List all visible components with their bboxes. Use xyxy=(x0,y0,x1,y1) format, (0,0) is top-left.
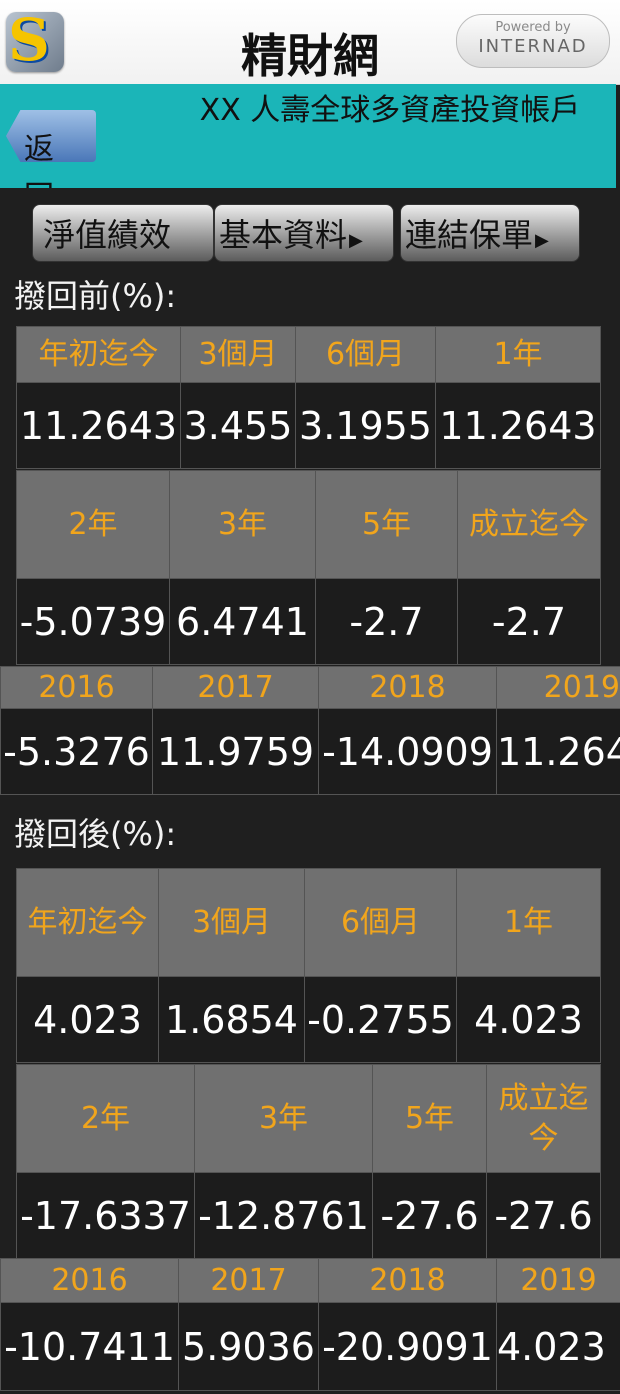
table-cell: 4.023 xyxy=(456,976,601,1063)
table-cell: -5.3276 xyxy=(0,708,153,795)
tab-nav-performance[interactable]: 淨值績效 xyxy=(32,204,214,262)
table-cell: 5.9036 xyxy=(178,1302,319,1391)
tab-linked-policies[interactable]: 連結保單 ▶ xyxy=(400,204,580,262)
table-cell: -2.7 xyxy=(315,578,458,665)
table-cell: -20.9091 xyxy=(318,1302,497,1391)
table-cell: 3.1955 xyxy=(295,382,436,469)
table-cell: 11.9759 xyxy=(152,708,319,795)
table-cell: 11.2643 xyxy=(496,708,620,795)
table-header-cell: 成立迄今 xyxy=(486,1064,601,1173)
table-cell: -27.6 xyxy=(486,1172,601,1259)
app-header: S 精財網 Powered by INTERNAD xyxy=(0,0,620,85)
table-cell: -0.2755 xyxy=(304,976,457,1063)
table-header-cell: 6個月 xyxy=(295,326,436,383)
table-row: -5.3276 11.9759 -14.0909 11.2643 xyxy=(0,708,620,795)
table-cell: 11.2643 xyxy=(16,382,181,469)
powered-by-line: Powered by xyxy=(495,20,571,35)
table-header-cell: 3個月 xyxy=(180,326,296,383)
tab-label: 淨值績效 xyxy=(43,216,172,254)
after-period-table: 年初迄今 3個月 6個月 1年 4.023 1.6854 -0.2755 4.0… xyxy=(16,868,601,1063)
chevron-right-icon: ▶ xyxy=(349,230,363,251)
table-header-cell: 年初迄今 xyxy=(16,868,159,977)
table-cell: -14.0909 xyxy=(318,708,497,795)
powered-by-badge[interactable]: Powered by INTERNAD xyxy=(456,14,610,68)
table-header-cell: 2016 xyxy=(0,1258,179,1303)
table-header-row: 2年 3年 5年 成立迄今 xyxy=(16,1064,601,1173)
table-header-row: 2016 2017 2018 2019 xyxy=(0,1258,620,1303)
table-cell: -10.7411 xyxy=(0,1302,179,1391)
table-header-cell: 2年 xyxy=(16,1064,195,1173)
table-header-cell: 3年 xyxy=(194,1064,373,1173)
table-header-cell: 2019 xyxy=(496,666,620,709)
table-header-cell: 2016 xyxy=(0,666,153,709)
table-cell: 6.4741 xyxy=(169,578,316,665)
table-header-cell: 1年 xyxy=(435,326,601,383)
table-cell: 4.023 xyxy=(496,1302,620,1391)
table-header-cell: 2018 xyxy=(318,666,497,709)
table-row: 4.023 1.6854 -0.2755 4.023 xyxy=(16,976,601,1063)
after-distribution-label: 撥回後(%): xyxy=(14,815,177,853)
before-long-period-table: 2年 3年 5年 成立迄今 -5.0739 6.4741 -2.7 -2.7 xyxy=(16,470,601,665)
table-header-cell: 2017 xyxy=(178,1258,319,1303)
table-row: -10.7411 5.9036 -20.9091 4.023 xyxy=(0,1302,620,1391)
tab-label: 基本資料 xyxy=(219,216,348,254)
after-yearly-table: 2016 2017 2018 2019 -10.7411 5.9036 -20.… xyxy=(0,1258,620,1391)
before-yearly-table: 2016 2017 2018 2019 -5.3276 11.9759 -14.… xyxy=(0,666,620,795)
table-header-cell: 2019 xyxy=(496,1258,620,1303)
table-header-cell: 5年 xyxy=(372,1064,487,1173)
table-header-cell: 3年 xyxy=(169,470,316,579)
table-header-cell: 2017 xyxy=(152,666,319,709)
table-cell: -12.8761 xyxy=(194,1172,373,1259)
chevron-right-icon: ▶ xyxy=(535,230,549,251)
tab-basic-info[interactable]: 基本資料 ▶ xyxy=(214,204,394,262)
powered-by-brand: INTERNAD xyxy=(478,36,588,57)
table-cell: -17.6337 xyxy=(16,1172,195,1259)
after-long-period-table: 2年 3年 5年 成立迄今 -17.6337 -12.8761 -27.6 -2… xyxy=(16,1064,601,1259)
table-row: -5.0739 6.4741 -2.7 -2.7 xyxy=(16,578,601,665)
table-header-row: 年初迄今 3個月 6個月 1年 xyxy=(16,868,601,977)
table-cell: -2.7 xyxy=(457,578,601,665)
table-header-row: 2年 3年 5年 成立迄今 xyxy=(16,470,601,579)
table-cell: 1.6854 xyxy=(158,976,305,1063)
table-cell: 3.455 xyxy=(180,382,296,469)
table-header-cell: 6個月 xyxy=(304,868,457,977)
before-period-table: 年初迄今 3個月 6個月 1年 11.2643 3.455 3.1955 11.… xyxy=(16,326,601,469)
table-header-cell: 3個月 xyxy=(158,868,305,977)
table-header-cell: 年初迄今 xyxy=(16,326,181,383)
table-header-cell: 2年 xyxy=(16,470,170,579)
table-cell: -5.0739 xyxy=(16,578,170,665)
table-row: 11.2643 3.455 3.1955 11.2643 xyxy=(16,382,601,469)
tab-label: 連結保單 xyxy=(405,216,534,254)
table-cell: 4.023 xyxy=(16,976,159,1063)
table-row: -17.6337 -12.8761 -27.6 -27.6 xyxy=(16,1172,601,1259)
table-header-cell: 2018 xyxy=(318,1258,497,1303)
table-header-cell: 1年 xyxy=(456,868,601,977)
table-header-cell: 5年 xyxy=(315,470,458,579)
table-cell: 11.2643 xyxy=(435,382,601,469)
before-distribution-label: 撥回前(%): xyxy=(14,277,177,315)
app-screen: S 精財網 Powered by INTERNAD 返回 XX 人壽全球多資產投… xyxy=(0,0,620,1394)
fund-title: XX 人壽全球多資產投資帳戶 xyxy=(199,93,581,128)
table-cell: -27.6 xyxy=(372,1172,487,1259)
table-header-cell: 成立迄今 xyxy=(457,470,601,579)
table-header-row: 年初迄今 3個月 6個月 1年 xyxy=(16,326,601,383)
table-header-row: 2016 2017 2018 2019 xyxy=(0,666,620,709)
